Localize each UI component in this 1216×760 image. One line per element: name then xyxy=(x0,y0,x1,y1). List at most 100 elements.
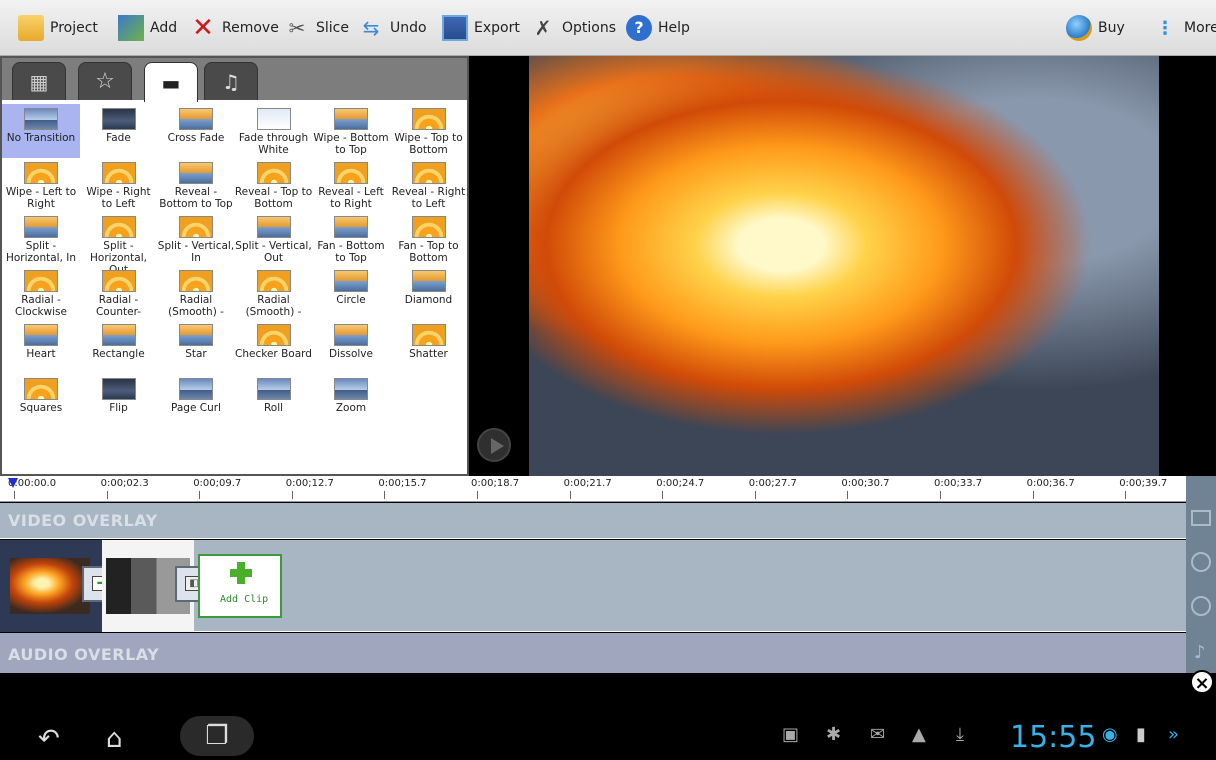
more-button[interactable]: ⋮ More xyxy=(1156,0,1216,56)
toolbar: Project Add ✕ Remove ✂ Slice ⇆ Undo Expo… xyxy=(0,0,1216,56)
transition-label: Wipe - Bottom to Top xyxy=(313,132,389,156)
transition-item[interactable]: No Transition xyxy=(2,104,80,158)
transition-thumbnail xyxy=(179,378,213,400)
video-overlay-label: VIDEO OVERLAY xyxy=(8,511,158,530)
transition-thumbnail xyxy=(24,108,58,130)
video-preview[interactable] xyxy=(469,56,1216,476)
transition-thumbnail xyxy=(334,324,368,346)
timeline-ruler[interactable]: 0:00:00.0 0:00;02.3 0:00;09.7 0:00;12.7 0:00… xyxy=(0,476,1186,502)
transition-item[interactable]: Reveal - Left to Right xyxy=(312,158,390,212)
transition-item[interactable]: Fade xyxy=(80,104,158,158)
video-overlay-track[interactable]: VIDEO OVERLAY xyxy=(0,503,1186,539)
add-label: Add xyxy=(150,20,178,36)
add-button[interactable]: Add xyxy=(118,0,177,56)
close-icon[interactable]: × xyxy=(1190,670,1214,694)
help-button[interactable]: ? Help xyxy=(626,0,690,56)
transition-item[interactable]: Dissolve xyxy=(312,320,390,374)
buy-label: Buy xyxy=(1098,20,1125,36)
expand-icon: » xyxy=(1168,724,1180,745)
transition-label: Wipe - Right to Left xyxy=(86,186,151,210)
transition-item[interactable]: Radial - Clockwise xyxy=(2,266,80,320)
transition-item[interactable]: Checker Board xyxy=(235,320,313,374)
transition-item[interactable]: Rectangle xyxy=(80,320,158,374)
folder-icon xyxy=(18,15,44,41)
transition-label: Roll xyxy=(263,402,284,414)
zoom-in-icon[interactable] xyxy=(1191,596,1211,616)
transition-item[interactable]: Reveal - Bottom to Top xyxy=(157,158,235,212)
remove-button[interactable]: ✕ Remove xyxy=(190,0,279,56)
transition-label: Reveal - Right to Left xyxy=(391,186,466,210)
options-button[interactable]: ✗ Options xyxy=(530,0,616,56)
recent-apps-icon[interactable]: ❐ xyxy=(180,716,254,756)
transition-item[interactable]: Star xyxy=(157,320,235,374)
tab-audio[interactable]: ♫ xyxy=(204,62,258,100)
transition-label: Reveal - Bottom to Top xyxy=(159,186,233,210)
gallery-icon: ▣ xyxy=(782,724,800,745)
export-label: Export xyxy=(474,20,520,36)
transition-label: Squares xyxy=(19,402,63,414)
project-button[interactable]: Project xyxy=(18,0,98,56)
transition-item[interactable]: Wipe - Left to Right xyxy=(2,158,80,212)
back-icon[interactable]: ↶ xyxy=(38,724,60,754)
transition-item[interactable]: Reveal - Right to Left xyxy=(390,158,468,212)
transition-item[interactable]: Heart xyxy=(2,320,80,374)
transition-thumbnail xyxy=(101,270,136,292)
transition-item[interactable]: Circle xyxy=(312,266,390,320)
play-button[interactable] xyxy=(477,428,511,462)
transition-item[interactable]: Split - Vertical, In xyxy=(157,212,235,266)
transition-label: Checker Board xyxy=(235,348,312,360)
transition-item[interactable]: Fan - Top to Bottom xyxy=(390,212,468,266)
tab-transitions[interactable]: ▬ xyxy=(144,62,198,102)
transition-thumbnail xyxy=(256,270,291,292)
music-note-icon[interactable]: ♪ xyxy=(1194,642,1206,663)
home-icon[interactable]: ⌂ xyxy=(106,724,123,754)
timeline-tools: ♪ xyxy=(1186,476,1216,673)
transition-item[interactable]: Wipe - Bottom to Top xyxy=(312,104,390,158)
transition-item[interactable]: Cross Fade xyxy=(157,104,235,158)
transition-item[interactable]: Split - Horizontal, Out xyxy=(80,212,158,276)
ruler-tick: 0:00;15.7 xyxy=(378,478,427,499)
transition-item[interactable]: Fan - Bottom to Top xyxy=(312,212,390,266)
transition-item[interactable]: Shatter xyxy=(390,320,468,374)
storyboard-icon[interactable] xyxy=(1191,510,1211,526)
transition-item[interactable]: Split - Vertical, Out xyxy=(235,212,313,266)
transition-thumbnail xyxy=(179,324,213,346)
ruler-tick: 0:00;21.7 xyxy=(563,478,612,499)
transition-thumbnail xyxy=(179,108,213,130)
transition-item[interactable]: Page Curl xyxy=(157,374,235,428)
video-track[interactable]: ➡ ◧ Add Clip xyxy=(0,540,1186,632)
audio-overlay-track[interactable]: AUDIO OVERLAY xyxy=(0,633,1186,673)
buy-button[interactable]: Buy xyxy=(1066,0,1125,56)
transition-item[interactable]: Wipe - Top to Bottom xyxy=(390,104,468,158)
mail-icon: ✉ xyxy=(870,724,886,745)
playhead-marker[interactable] xyxy=(8,478,18,488)
transition-label: Wipe - Top to Bottom xyxy=(394,132,463,156)
transition-thumbnail xyxy=(411,108,446,130)
transition-label: Radial - Counter- xyxy=(95,294,142,318)
clapperboard-icon: ▬ xyxy=(161,70,181,95)
transition-item[interactable]: Wipe - Right to Left xyxy=(80,158,158,212)
transition-item[interactable]: Radial - Counter- xyxy=(80,266,158,320)
transition-item[interactable]: Flip xyxy=(80,374,158,428)
transition-item[interactable]: Roll xyxy=(235,374,313,428)
undo-button[interactable]: ⇆ Undo xyxy=(358,0,427,56)
transition-item[interactable]: Split - Horizontal, In xyxy=(2,212,80,266)
transition-item[interactable]: Fade through White xyxy=(235,104,313,158)
export-button[interactable]: Export xyxy=(442,0,520,56)
slice-button[interactable]: ✂ Slice xyxy=(284,0,349,56)
audio-overlay-label: AUDIO OVERLAY xyxy=(8,645,160,664)
transition-item[interactable]: Radial (Smooth) - xyxy=(157,266,235,320)
tab-media[interactable]: ▦ xyxy=(12,62,66,100)
transition-label: Zoom xyxy=(335,402,367,414)
transition-item[interactable]: Diamond xyxy=(390,266,468,320)
zoom-out-icon[interactable] xyxy=(1191,552,1211,572)
transition-item[interactable]: Zoom xyxy=(312,374,390,428)
tab-effects[interactable]: ☆ xyxy=(78,62,132,100)
undo-arrows-icon: ⇆ xyxy=(362,16,380,40)
transition-label: Radial - Clockwise xyxy=(15,294,67,318)
transition-label: Circle xyxy=(336,294,366,306)
transition-item[interactable]: Radial (Smooth) - xyxy=(235,266,313,320)
transition-item[interactable]: Squares xyxy=(2,374,80,428)
transition-item[interactable]: Reveal - Top to Bottom xyxy=(235,158,313,212)
add-clip-button[interactable]: Add Clip xyxy=(198,554,282,618)
